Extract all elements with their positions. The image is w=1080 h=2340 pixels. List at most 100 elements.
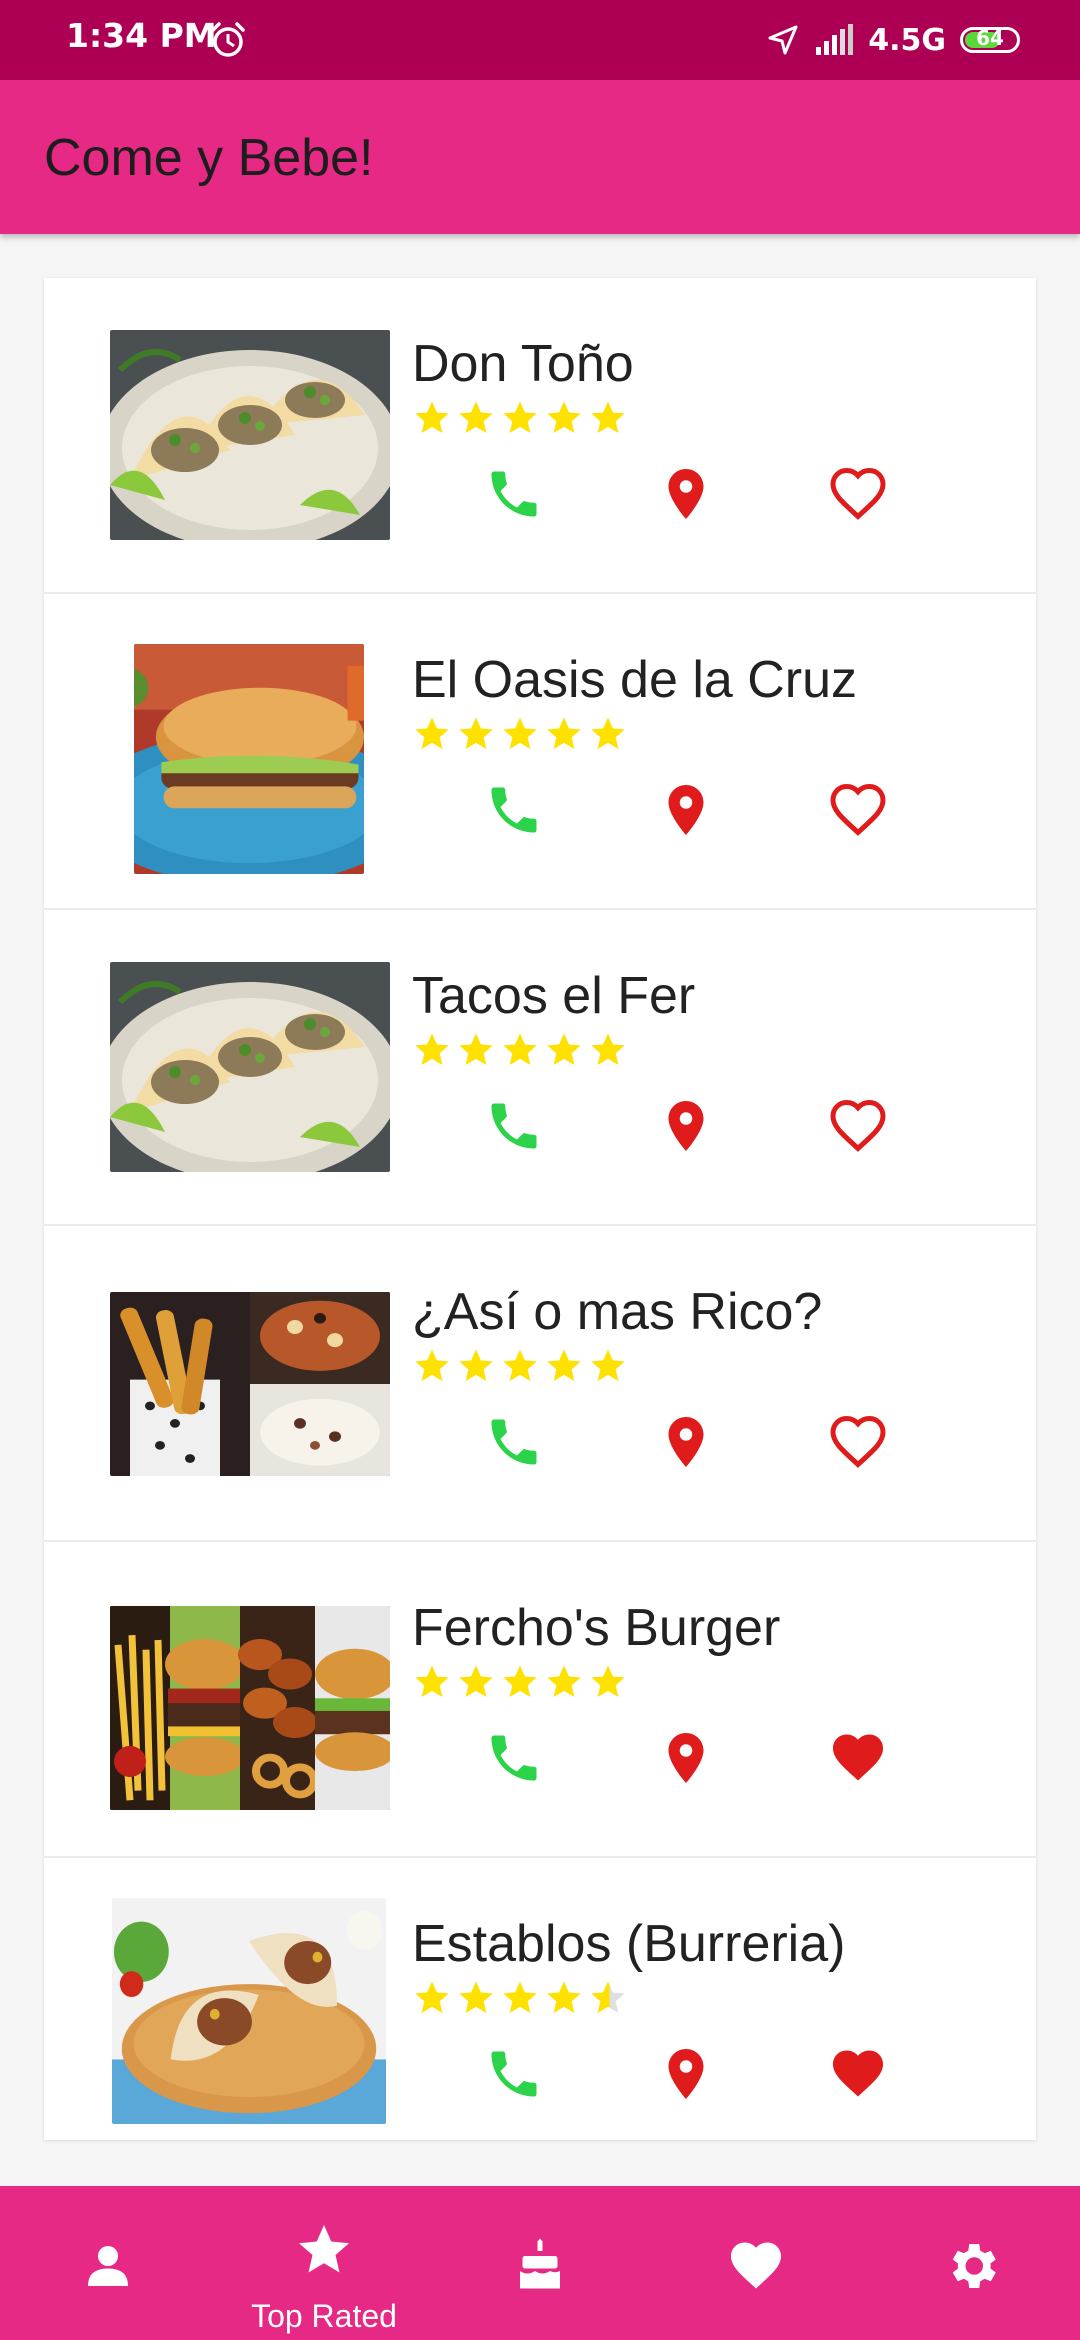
location-pin-icon <box>668 785 704 835</box>
star-icon <box>500 714 540 754</box>
favorite-button[interactable] <box>828 464 888 524</box>
restaurant-name: Tacos el Fer <box>412 967 696 1025</box>
location-pin-icon <box>668 1101 704 1151</box>
status-time: 1:34 PM <box>66 16 217 55</box>
star-icon <box>588 1346 628 1386</box>
restaurant-name: Don Toño <box>412 335 634 393</box>
star-icon <box>456 1662 496 1702</box>
food-thumbnail <box>110 330 390 540</box>
nav-label: Top Rated <box>251 2298 397 2334</box>
nav-settings[interactable] <box>882 2186 1062 2340</box>
call-button[interactable] <box>484 2044 544 2104</box>
call-button[interactable] <box>484 780 544 840</box>
rating-stars <box>412 1030 628 1070</box>
location-button[interactable] <box>656 464 716 524</box>
rating-stars <box>412 1662 628 1702</box>
gear-icon <box>952 2244 996 2288</box>
list-item[interactable]: El Oasis de la Cruz <box>44 594 1036 910</box>
status-bar: 1:34 PM 4.5G 64 <box>0 0 1080 80</box>
star-icon <box>544 1978 584 2018</box>
restaurant-list[interactable]: Don Toño El Oasis de la Cruz Tacos el Fe… <box>44 278 1036 2140</box>
heart-icon <box>833 2050 883 2097</box>
location-button[interactable] <box>656 1728 716 1788</box>
call-button[interactable] <box>484 1728 544 1788</box>
phone-icon <box>491 1419 537 1465</box>
star-icon <box>588 714 628 754</box>
heart-icon <box>731 2242 781 2289</box>
location-arrow-icon <box>768 25 798 55</box>
star-icon <box>544 714 584 754</box>
rating-stars <box>412 398 628 438</box>
location-button[interactable] <box>656 2044 716 2104</box>
phone-icon <box>491 471 537 517</box>
alarm-icon <box>211 22 245 57</box>
list-item[interactable]: Tacos el Fer <box>44 910 1036 1226</box>
star-icon <box>456 1346 496 1386</box>
star-icon <box>588 1030 628 1070</box>
rating-stars <box>412 714 628 754</box>
location-pin-icon <box>668 1417 704 1467</box>
heart-outline-icon <box>830 783 886 836</box>
location-button[interactable] <box>656 1412 716 1472</box>
star-icon <box>412 1978 452 2018</box>
star-icon <box>500 1346 540 1386</box>
star-icon <box>299 2225 349 2273</box>
star-icon <box>588 1978 628 2018</box>
star-icon <box>456 1030 496 1070</box>
rating-stars <box>412 1346 628 1386</box>
star-icon <box>412 1662 452 1702</box>
call-button[interactable] <box>484 1412 544 1472</box>
location-button[interactable] <box>656 780 716 840</box>
food-thumbnail <box>112 1898 386 2124</box>
favorite-button[interactable] <box>828 1096 888 1156</box>
battery-icon: 64 <box>960 26 1020 53</box>
list-item[interactable]: Fercho's Burger <box>44 1542 1036 1858</box>
location-button[interactable] <box>656 1096 716 1156</box>
call-button[interactable] <box>484 464 544 524</box>
heart-outline-icon <box>830 467 886 520</box>
nav-top-rated[interactable]: Top Rated <box>234 2186 414 2340</box>
restaurant-name: ¿Así o mas Rico? <box>412 1283 823 1341</box>
star-icon <box>456 1978 496 2018</box>
nav-favorites[interactable] <box>666 2186 846 2340</box>
star-icon <box>412 398 452 438</box>
star-icon <box>500 1030 540 1070</box>
person-icon <box>88 2246 128 2286</box>
food-thumbnail <box>110 1606 390 1810</box>
list-item[interactable]: Don Toño <box>44 278 1036 594</box>
cake-icon <box>520 2238 560 2289</box>
food-thumbnail <box>110 962 390 1172</box>
star-icon <box>500 398 540 438</box>
heart-outline-icon <box>830 1099 886 1152</box>
nav-profile[interactable] <box>18 2186 198 2340</box>
bottom-navigation: Top Rated <box>0 2186 1080 2340</box>
favorite-button[interactable] <box>828 1728 888 1788</box>
phone-icon <box>491 1735 537 1781</box>
star-icon <box>412 1346 452 1386</box>
network-type: 4.5G <box>868 22 946 58</box>
app-bar: Come y Bebe! <box>0 80 1080 234</box>
phone-icon <box>491 2051 537 2097</box>
food-thumbnail <box>134 644 364 874</box>
star-icon <box>500 1978 540 2018</box>
signal-icon <box>816 24 854 55</box>
star-icon <box>456 714 496 754</box>
call-button[interactable] <box>484 1096 544 1156</box>
star-icon <box>412 714 452 754</box>
phone-icon <box>491 1103 537 1149</box>
favorite-button[interactable] <box>828 780 888 840</box>
favorite-button[interactable] <box>828 2044 888 2104</box>
nav-cake[interactable] <box>450 2186 630 2340</box>
star-icon <box>544 398 584 438</box>
battery-level: 64 <box>976 26 1004 50</box>
app-title: Come y Bebe! <box>44 129 374 187</box>
list-item[interactable]: ¿Así o mas Rico? <box>44 1226 1036 1542</box>
list-item[interactable]: Establos (Burreria) <box>44 1858 1036 2140</box>
star-icon <box>588 1662 628 1702</box>
star-icon <box>544 1030 584 1070</box>
phone-icon <box>491 787 537 833</box>
food-thumbnail <box>110 1292 390 1476</box>
restaurant-name: Establos (Burreria) <box>412 1915 846 1973</box>
favorite-button[interactable] <box>828 1412 888 1472</box>
heart-icon <box>833 1734 883 1781</box>
